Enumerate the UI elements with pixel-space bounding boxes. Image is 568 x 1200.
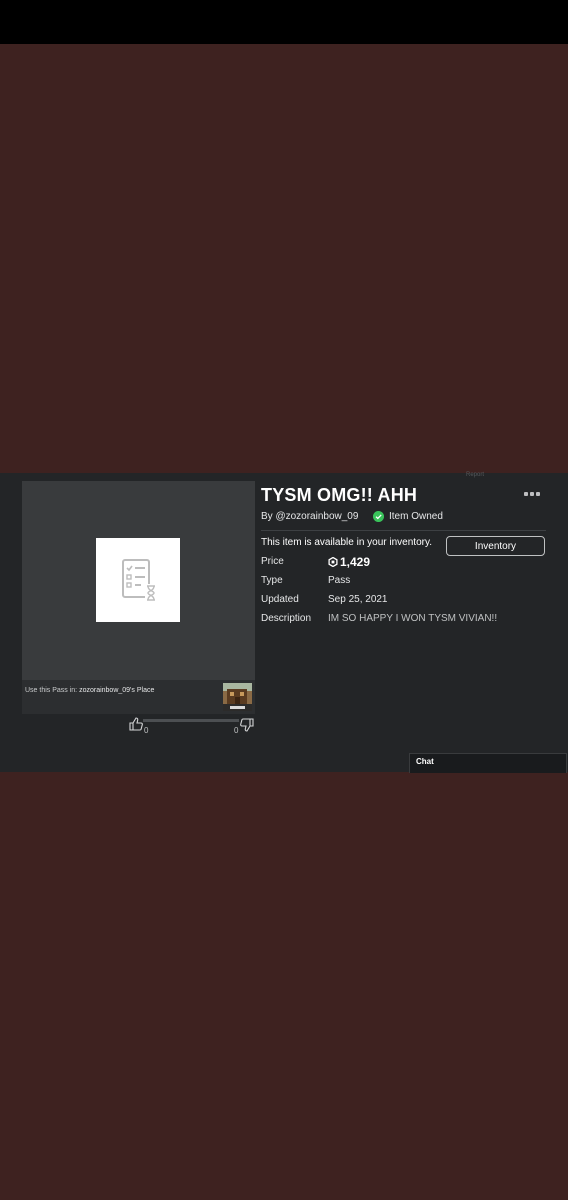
place-icon[interactable]	[223, 683, 252, 711]
use-pass-prefix: Use this Pass in:	[25, 687, 80, 694]
vote-ratio-bar	[143, 719, 239, 722]
updated-label: Updated	[261, 594, 299, 605]
description-value: IM SO HAPPY I WON TYSM VIVIAN!!	[328, 613, 498, 624]
updated-value: Sep 25, 2021	[328, 594, 388, 605]
price-value: 1,429	[328, 555, 370, 569]
item-title: TYSM OMG!! AHH	[261, 485, 418, 505]
inventory-button[interactable]: Inventory	[446, 536, 545, 556]
pass-placeholder-icon	[122, 559, 157, 602]
thumbs-up-icon[interactable]	[129, 717, 143, 731]
status-bar	[0, 0, 568, 44]
divider	[261, 530, 546, 531]
type-value: Pass	[328, 575, 351, 586]
pass-placeholder-image	[96, 538, 180, 622]
creator-byline[interactable]: By @zozorainbow_09	[261, 511, 358, 522]
game-thumbnail	[223, 683, 252, 711]
price-label: Price	[261, 556, 284, 567]
owned-check-icon	[373, 511, 384, 522]
more-options-icon[interactable]	[524, 492, 540, 498]
downvote-count: 0	[234, 726, 239, 735]
description-label: Description	[261, 613, 312, 624]
type-label: Type	[261, 575, 283, 586]
place-link[interactable]: zozorainbow_09's Place	[79, 687, 154, 694]
price-amount: 1,429	[340, 555, 371, 569]
upvote-count: 0	[144, 726, 149, 735]
use-pass-footer	[22, 680, 255, 714]
robux-icon	[328, 557, 338, 567]
thumbs-down-icon[interactable]	[240, 718, 254, 732]
availability-text: This item is available in your inventory…	[261, 537, 432, 548]
owned-label: Item Owned	[389, 511, 443, 522]
chat-label[interactable]: Chat	[416, 757, 434, 766]
use-pass-text: Use this Pass in: zozorainbow_09's Place	[25, 687, 154, 694]
report-link[interactable]: Report	[466, 472, 484, 478]
